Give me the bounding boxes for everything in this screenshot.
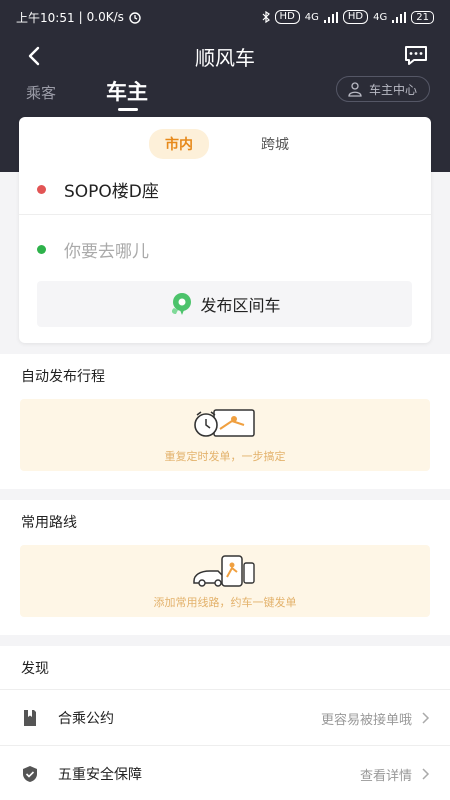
common-routes-title: 常用路线	[21, 515, 77, 531]
list-item-hint: 更容易被接单哦	[320, 712, 412, 728]
common-routes-banner[interactable]: 添加常用线路，约车一键发单	[20, 545, 430, 617]
auto-publish-section: 自动发布行程 重复定时发单，一步搞定	[0, 354, 450, 489]
role-tabs: 乘客 车主 车主中心	[0, 76, 450, 116]
message-icon[interactable]	[402, 41, 430, 69]
network-label: 4G	[304, 11, 319, 23]
location-pin-icon	[172, 293, 192, 315]
alarm-clock-map-icon	[194, 409, 255, 437]
chevron-right-icon-2	[422, 768, 430, 780]
bluetooth-icon	[262, 11, 270, 23]
list-item-hint-2: 查看详情	[359, 768, 412, 784]
auto-publish-title: 自动发布行程	[21, 369, 105, 385]
page-title: 顺风车	[195, 46, 255, 70]
user-icon	[348, 82, 362, 97]
status-time: 上午10:51	[16, 10, 75, 25]
auto-publish-banner[interactable]: 重复定时发单，一步搞定	[20, 399, 430, 471]
hd-badge: HD	[274, 10, 300, 24]
trip-card: 市内 跨城 SOPO楼D座 你要去哪儿 发布区间车	[19, 117, 431, 343]
publish-route-button[interactable]: 发布区间车	[37, 281, 412, 327]
from-dot	[37, 185, 46, 194]
destination-placeholder: 你要去哪儿	[64, 241, 149, 262]
chevron-right-icon	[422, 712, 430, 724]
tab-passenger[interactable]: 乘客	[26, 82, 56, 103]
signal-icon	[323, 11, 338, 23]
network-label-2: 4G	[373, 11, 388, 23]
to-location-row[interactable]: 你要去哪儿	[19, 224, 431, 274]
status-speed: 0.0K/s	[86, 10, 124, 24]
trip-type-switch: 市内 跨城	[19, 129, 431, 159]
book-icon	[24, 710, 36, 726]
from-location: SOPO楼D座	[64, 182, 159, 202]
shield-icon	[23, 766, 37, 782]
auto-publish-caption: 重复定时发单，一步搞定	[164, 450, 286, 463]
common-routes-section: 常用路线 添加常用线路，约车一键发单	[0, 500, 450, 635]
discover-section: 发现	[0, 646, 450, 690]
seg-intercity[interactable]: 跨城	[249, 129, 301, 159]
list-item-label-2: 五重安全保障	[58, 767, 142, 783]
common-routes-caption: 添加常用线路，约车一键发单	[153, 596, 297, 609]
status-divider: |	[78, 10, 83, 24]
tab-indicator	[118, 108, 138, 111]
battery-indicator: 21	[411, 10, 434, 24]
signal-icon-2	[392, 11, 407, 23]
status-bar: 上午10:51 | 0.0K/s HD 4G HD 4G 21	[0, 0, 450, 34]
to-dot	[37, 244, 46, 254]
publish-route-label: 发布区间车	[200, 296, 281, 315]
driver-center-label: 车主中心	[368, 82, 417, 97]
list-item-label: 合乘公约	[58, 711, 114, 727]
tab-driver[interactable]: 车主	[106, 76, 148, 106]
car-phone-icon	[193, 555, 255, 587]
hd-badge-2: HD	[342, 10, 369, 24]
alarm-icon	[129, 12, 141, 24]
discover-title: 发现	[21, 661, 49, 677]
nav-bar: 顺风车	[0, 34, 450, 76]
from-location-row[interactable]: SOPO楼D座	[19, 165, 431, 215]
list-item-safety-guarantee[interactable]: 五重安全保障 查看详情	[0, 746, 450, 800]
list-item-carpool-rules[interactable]: 合乘公约 更容易被接单哦	[0, 690, 450, 746]
driver-center-button[interactable]: 车主中心	[335, 76, 430, 102]
seg-city[interactable]: 市内	[149, 129, 209, 159]
